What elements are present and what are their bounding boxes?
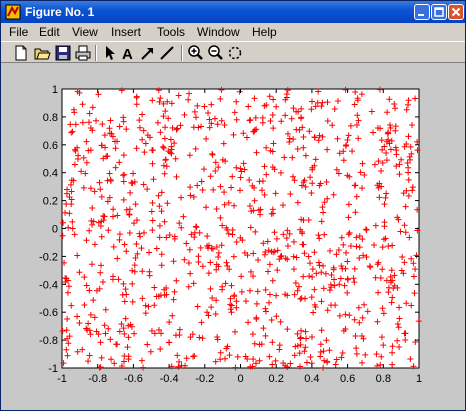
y-tick-label: -1 (48, 363, 58, 375)
window-title: Figure No. 1 (25, 5, 95, 19)
menu-insert[interactable]: Insert (111, 24, 141, 40)
toolbar-separator (181, 45, 183, 61)
y-tick-label: 0.8 (43, 112, 58, 124)
y-tick-label: -0.6 (39, 307, 58, 319)
y-tick-label: 0.6 (43, 140, 58, 152)
new-figure-icon[interactable] (12, 44, 30, 62)
save-icon[interactable] (54, 44, 72, 62)
print-icon[interactable] (74, 44, 92, 62)
menu-help[interactable]: Help (252, 24, 277, 40)
y-tick-label: 0.4 (43, 168, 58, 180)
menu-window[interactable]: Window (197, 24, 240, 40)
toolbar-separator (95, 45, 97, 61)
y-tick-label: -0.4 (39, 279, 58, 291)
menu-tools[interactable]: Tools (157, 24, 185, 40)
x-tick-label: 0 (237, 373, 243, 385)
x-tick-label: -0.6 (124, 373, 143, 385)
close-button[interactable] (448, 4, 464, 20)
x-tick-label: -1 (57, 373, 67, 385)
minimize-button[interactable] (414, 4, 430, 20)
insert-line-icon[interactable] (158, 44, 176, 62)
insert-text-icon[interactable]: A (119, 44, 137, 62)
maximize-button[interactable] (431, 4, 447, 20)
y-tick-label: 1 (52, 84, 58, 96)
insert-arrow-icon[interactable] (139, 44, 157, 62)
zoom-out-icon[interactable] (206, 44, 224, 62)
y-tick-label: -0.8 (39, 335, 58, 347)
x-tick-label: -0.4 (160, 373, 179, 385)
menu-view[interactable]: View (72, 24, 98, 40)
select-arrow-icon[interactable] (101, 44, 119, 62)
maximize-icon (434, 7, 444, 17)
x-tick-label: 1 (416, 373, 422, 385)
menu-bar: File Edit View Insert Tools Window Help (1, 23, 465, 41)
x-tick-label: 0.6 (340, 373, 355, 385)
toolbar: A (1, 41, 465, 63)
axes-area[interactable] (61, 88, 420, 369)
rotate-icon[interactable] (226, 44, 244, 62)
menu-edit[interactable]: Edit (39, 24, 60, 40)
zoom-in-icon[interactable] (186, 44, 204, 62)
x-tick-label: -0.2 (195, 373, 214, 385)
menu-file[interactable]: File (9, 24, 28, 40)
scatter-plot[interactable]: -1 -0.8 -0.6 -0.4 -0.2 0 0.2 0.4 0.6 0.8 1 1 0.8 0.6… (0, 62, 464, 409)
x-tick-label: 0.8 (376, 373, 391, 385)
y-tick-label: -0.2 (39, 251, 58, 263)
close-icon (451, 7, 461, 17)
x-tick-label: 0.2 (269, 373, 284, 385)
x-tick-label: 0.4 (304, 373, 319, 385)
minimize-icon (418, 14, 424, 16)
matlab-app-icon (5, 4, 21, 20)
open-file-icon[interactable] (33, 44, 51, 62)
title-bar[interactable]: Figure No. 1 (1, 1, 465, 23)
svg-text:A: A (122, 46, 133, 62)
y-tick-label: 0.2 (43, 196, 58, 208)
y-tick-label: 0 (52, 224, 58, 236)
x-tick-label: -0.8 (88, 373, 107, 385)
